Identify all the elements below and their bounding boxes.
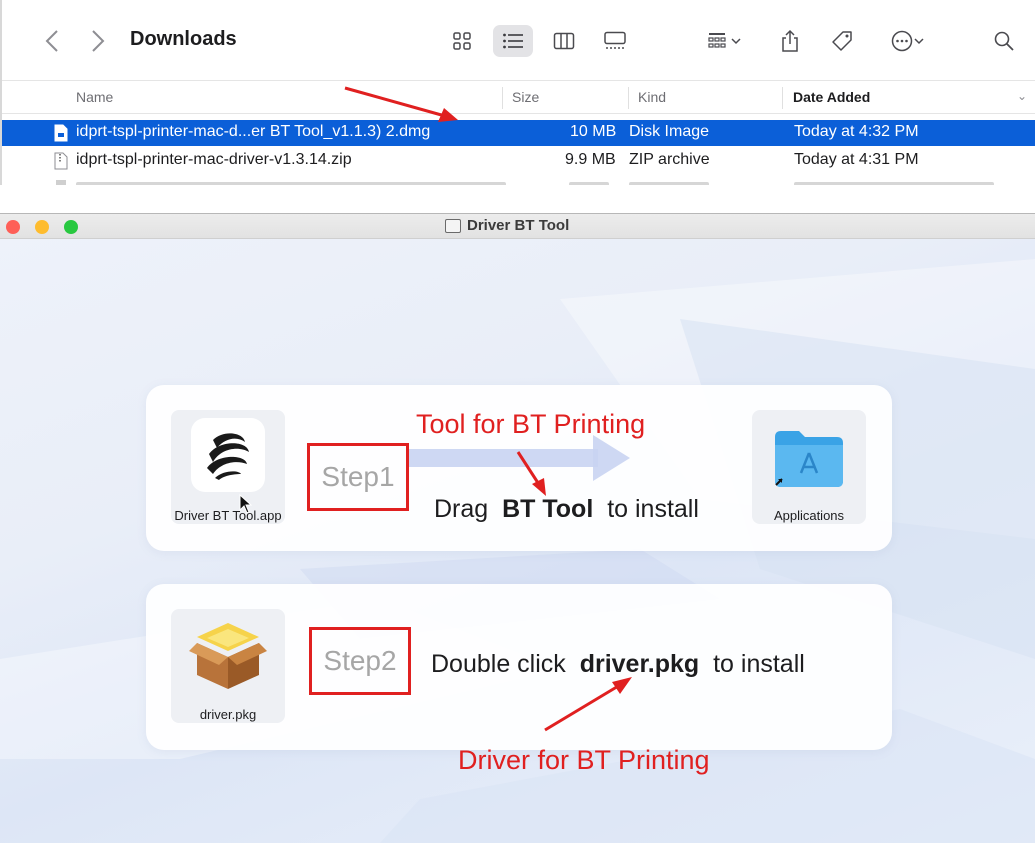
search-button[interactable] bbox=[990, 25, 1018, 57]
group-button[interactable] bbox=[699, 25, 749, 57]
sort-chevron-icon: ⌄ bbox=[1016, 89, 1027, 103]
chevron-left-icon bbox=[45, 30, 58, 52]
dmg-titlebar: Driver BT Tool bbox=[0, 213, 1035, 239]
pkg-tile[interactable]: driver.pkg bbox=[171, 609, 285, 723]
step1-instruction: Drag BT Tool to install bbox=[434, 495, 699, 523]
step2-label: Step2 bbox=[323, 645, 397, 676]
file-kind: ZIP archive bbox=[629, 151, 710, 168]
chevron-right-icon bbox=[92, 30, 105, 52]
pkg-label: driver.pkg bbox=[199, 707, 257, 722]
step2-instruction: Double click driver.pkg to install bbox=[431, 650, 805, 678]
folder-title: Downloads bbox=[130, 28, 237, 50]
driver-bt-tool-app-icon bbox=[191, 418, 265, 492]
file-kind: Disk Image bbox=[629, 123, 710, 140]
back-button[interactable] bbox=[40, 26, 64, 56]
chevron-down-icon bbox=[914, 38, 924, 45]
list-view-button[interactable] bbox=[493, 25, 533, 57]
tag-icon bbox=[832, 31, 852, 51]
app-tile[interactable]: Driver BT Tool.app bbox=[171, 410, 285, 524]
group-icon bbox=[708, 33, 726, 48]
more-button[interactable] bbox=[882, 25, 932, 57]
column-size[interactable]: Size bbox=[512, 89, 539, 105]
search-icon bbox=[994, 31, 1014, 51]
applications-folder-icon bbox=[775, 431, 843, 487]
column-divider bbox=[628, 87, 629, 109]
tag-button[interactable] bbox=[828, 25, 856, 57]
file-name: idprt-tspl-printer-mac-d...er BT Tool_v1… bbox=[76, 123, 431, 140]
file-size: 9.9 MB bbox=[565, 151, 616, 168]
step1-callout: Tool for BT Printing bbox=[416, 409, 646, 439]
file-name: idprt-tspl-printer-mac-driver-v1.3.14.zi… bbox=[76, 151, 352, 168]
finder-window: Downloads Name Size Kind Date Added ⌄ id… bbox=[0, 0, 1035, 185]
file-row[interactable]: idprt-tspl-printer-mac-d...er BT Tool_v1… bbox=[2, 120, 1035, 146]
column-divider bbox=[502, 87, 503, 109]
zip-archive-icon bbox=[54, 152, 68, 170]
disk-icon bbox=[445, 218, 461, 233]
step1-label: Step1 bbox=[321, 461, 395, 492]
close-button[interactable] bbox=[6, 220, 20, 234]
step2-callout: Driver for BT Printing bbox=[458, 745, 710, 775]
chevron-down-icon bbox=[731, 38, 741, 45]
column-view-button[interactable] bbox=[544, 25, 584, 57]
step2-card: driver.pkg Step2 Double click driver.pkg… bbox=[146, 584, 892, 750]
zoom-button[interactable] bbox=[64, 220, 78, 234]
gallery-view-button[interactable] bbox=[595, 25, 635, 57]
minimize-button[interactable] bbox=[35, 220, 49, 234]
gallery-view-icon bbox=[604, 31, 626, 49]
applications-tile[interactable]: Applications bbox=[752, 410, 866, 524]
icon-view-button[interactable] bbox=[442, 25, 482, 57]
share-button[interactable] bbox=[777, 25, 803, 57]
file-date: Today at 4:32 PM bbox=[794, 123, 919, 140]
file-row[interactable]: idprt-tspl-printer-mac-driver-v1.3.14.zi… bbox=[2, 148, 1035, 174]
package-box-icon bbox=[189, 623, 267, 689]
share-icon bbox=[782, 29, 798, 52]
disk-image-icon bbox=[54, 124, 68, 142]
more-icon bbox=[891, 30, 913, 52]
forward-button[interactable] bbox=[86, 26, 110, 56]
finder-toolbar: Downloads bbox=[2, 0, 1035, 80]
applications-label: Applications bbox=[773, 508, 845, 523]
column-header: Name Size Kind Date Added ⌄ bbox=[2, 80, 1035, 114]
window-title: Driver BT Tool bbox=[445, 217, 569, 234]
step1-box: Step1 bbox=[307, 443, 409, 511]
column-kind[interactable]: Kind bbox=[638, 89, 666, 105]
drag-arrow-icon bbox=[408, 435, 630, 481]
app-label: Driver BT Tool.app bbox=[174, 508, 282, 523]
dmg-window: Driver BT Tool Driver BT Tool.app Step1 … bbox=[0, 213, 1035, 843]
cropped-file-row bbox=[56, 180, 994, 185]
column-date-added[interactable]: Date Added bbox=[793, 89, 870, 105]
step2-box: Step2 bbox=[309, 627, 411, 695]
file-size: 10 MB bbox=[570, 123, 617, 140]
icon-view-icon bbox=[453, 32, 471, 50]
column-view-icon bbox=[553, 32, 575, 50]
step1-card: Driver BT Tool.app Step1 Drag BT Tool to… bbox=[146, 385, 892, 551]
column-name[interactable]: Name bbox=[76, 89, 113, 105]
column-divider bbox=[782, 87, 783, 109]
file-date: Today at 4:31 PM bbox=[794, 151, 919, 168]
list-view-icon bbox=[503, 33, 523, 49]
